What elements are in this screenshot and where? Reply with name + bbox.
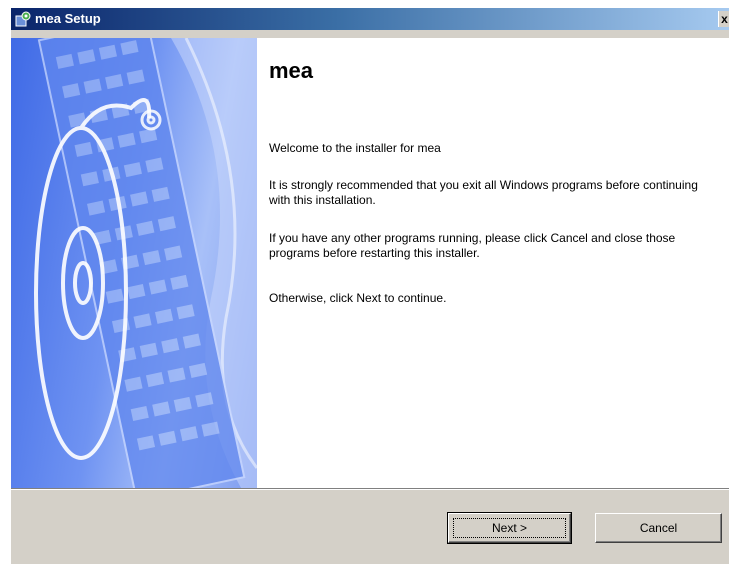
footer-divider [11, 488, 729, 490]
welcome-text: Welcome to the installer for mea [269, 141, 441, 155]
close-icon[interactable]: x [718, 11, 729, 27]
cancel-button[interactable]: Cancel [595, 513, 722, 543]
setup-window: mea Setup x mea Welcome to the installer… [10, 8, 729, 564]
next-button[interactable]: Next > [447, 512, 572, 544]
window-title: mea Setup [35, 11, 101, 26]
next-instruction-text: Otherwise, click Next to continue. [269, 291, 447, 305]
installer-banner-image [11, 38, 257, 488]
title-bar[interactable]: mea Setup x [11, 8, 729, 30]
content-area: mea Welcome to the installer for mea It … [11, 38, 729, 488]
next-button-label: Next > [491, 521, 527, 535]
page-title: mea [269, 58, 314, 83]
recommend-exit-text: It is strongly recommended that you exit… [269, 178, 698, 207]
cancel-instruction-text: If you have any other programs running, … [269, 231, 676, 260]
setup-app-icon [15, 11, 31, 27]
